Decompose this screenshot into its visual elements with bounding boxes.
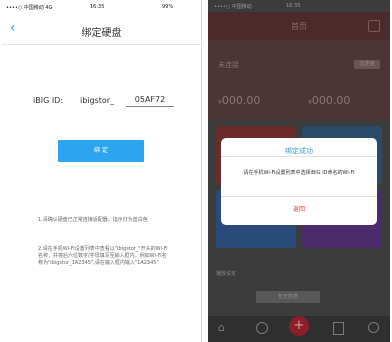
connect-button[interactable]: 去连接 xyxy=(354,60,380,69)
navigation-bar: 首页 xyxy=(208,12,390,40)
ibig-id-row: iBIG ID: ibigstor_ 05AF72 xyxy=(2,94,201,110)
bind-button[interactable]: 绑 定 xyxy=(58,140,144,162)
connection-status: 未连接 xyxy=(218,61,239,69)
menu-icon[interactable] xyxy=(368,20,380,32)
status-bar: ••••○ 中国移动 16:35 xyxy=(208,0,390,12)
dialog-message: 请在手机Wi-Fi设置列表中选择iBIG ID命名的Wi-Fi xyxy=(243,170,355,176)
ibig-id-prefix: ibigstor_ xyxy=(80,96,115,105)
home-icon[interactable]: ⌂ xyxy=(218,322,230,334)
status-bar: ••••○ 中国移动 4G 16:35 99% xyxy=(2,0,201,14)
dialog-title: 绑定成功 xyxy=(285,147,313,155)
empty-placeholder: 暂无数据 xyxy=(256,291,320,303)
tab-bar: ⌂ xyxy=(208,316,390,342)
bind-disk-screen: ••••○ 中国移动 4G 16:35 99% ‹ 绑定硬盘 iBIG ID: … xyxy=(2,0,202,342)
clock-text: 16:35 xyxy=(286,3,301,9)
page-title: 首页 xyxy=(291,22,307,31)
carrier-text: ••••○ 中国移动 xyxy=(214,4,252,10)
instruction-step-1: 1.请确认硬盘已正常连接适配器，指示灯为蓝白色 xyxy=(38,217,148,223)
connection-panel: 未连接 去连接 ¥000.00 ¥000.00 xyxy=(208,40,390,120)
clock-text: 16:35 xyxy=(90,4,105,10)
amount-left-value: 000.00 xyxy=(221,94,261,107)
amount-right: ¥000.00 xyxy=(308,94,350,107)
add-icon[interactable] xyxy=(289,316,309,336)
section-label: 播放设定 xyxy=(216,271,237,277)
home-screen-with-dialog: ••••○ 中国移动 16:35 首页 未连接 去连接 ¥000.00 ¥000… xyxy=(208,0,390,342)
battery-text: 99% xyxy=(162,4,174,10)
document-icon[interactable] xyxy=(333,322,344,335)
page-title: 绑定硬盘 xyxy=(81,28,122,39)
ibig-id-input[interactable]: 05AF72 xyxy=(126,94,174,107)
amount-right-value: 000.00 xyxy=(311,94,351,107)
instruction-step-2: 2.请在手机Wi-Fi设置列表中查看以"ibigstor_"开头的Wi-Fi名称… xyxy=(38,246,168,266)
ibig-id-label: iBIG ID: xyxy=(33,96,64,105)
user-icon[interactable] xyxy=(368,322,379,333)
divider xyxy=(221,156,377,157)
discover-icon[interactable] xyxy=(256,322,268,334)
navigation-bar: ‹ 绑定硬盘 xyxy=(2,14,201,45)
carrier-text: ••••○ 中国移动 4G xyxy=(6,5,53,11)
amount-left: ¥000.00 xyxy=(218,94,260,107)
success-dialog: 绑定成功 请在手机Wi-Fi设置列表中选择iBIG ID命名的Wi-Fi 返回 xyxy=(221,138,377,225)
divider xyxy=(221,196,377,197)
return-button[interactable]: 返回 xyxy=(221,201,377,219)
